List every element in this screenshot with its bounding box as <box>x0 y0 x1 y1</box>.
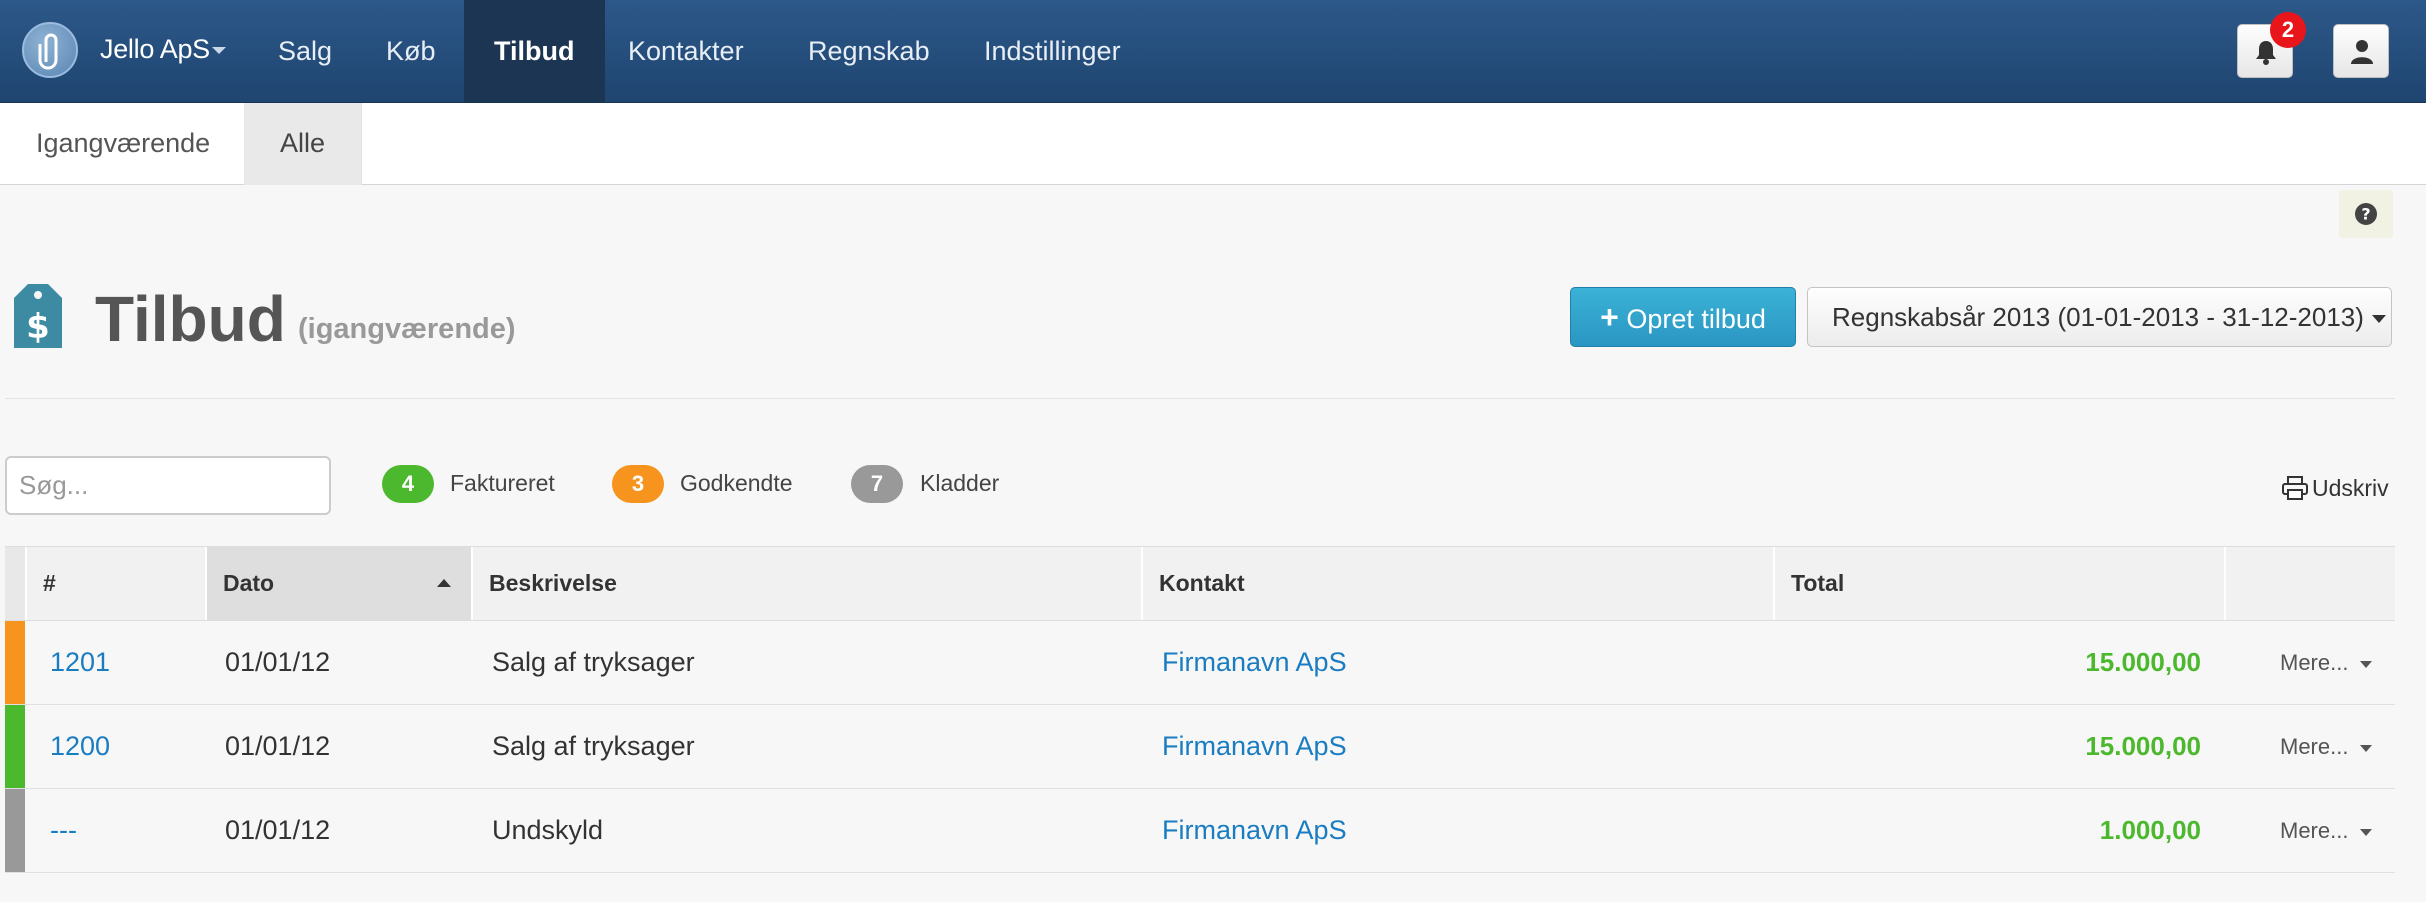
offer-number-link[interactable]: 1200 <box>50 705 110 788</box>
nav-tilbud[interactable]: Tilbud <box>464 0 605 102</box>
more-label: Mere... <box>2280 650 2349 675</box>
paperclip-logo-icon[interactable] <box>22 22 78 78</box>
tab-alle[interactable]: Alle <box>244 103 363 185</box>
contact-link[interactable]: Firmanavn ApS <box>1162 789 1347 872</box>
status-count-kladder[interactable]: 7 <box>851 465 903 503</box>
sort-ascending-icon <box>437 579 451 587</box>
table-row[interactable]: 1201 01/01/12 Salg af tryksager Firmanav… <box>5 621 2395 705</box>
more-dropdown[interactable]: Mere... <box>2280 789 2373 872</box>
table-row[interactable]: --- 01/01/12 Undskyld Firmanavn ApS 1.00… <box>5 789 2395 873</box>
offer-total: 1.000,00 <box>2099 815 2201 845</box>
status-label-kladder[interactable]: Kladder <box>920 470 999 497</box>
bell-icon <box>2256 41 2276 65</box>
create-offer-button[interactable]: + Opret tilbud <box>1570 287 1796 347</box>
print-label: Udskriv <box>2312 475 2389 501</box>
status-count-godkendte[interactable]: 3 <box>612 465 664 503</box>
svg-text:?: ? <box>2361 205 2370 224</box>
column-number[interactable]: # <box>25 547 205 620</box>
top-navbar: Jello ApS Salg Køb Tilbud Kontakter Regn… <box>0 0 2426 103</box>
user-menu-button[interactable] <box>2333 24 2389 78</box>
more-label: Mere... <box>2280 818 2349 843</box>
column-actions <box>2224 547 2395 620</box>
sub-navbar: Igangværende Alle <box>0 103 2426 185</box>
help-button[interactable]: ? <box>2339 190 2393 238</box>
status-count-faktureret[interactable]: 4 <box>382 465 434 503</box>
svg-text:$: $ <box>26 307 50 347</box>
printer-icon <box>2282 476 2308 500</box>
more-dropdown[interactable]: Mere... <box>2280 705 2373 788</box>
caret-down-icon <box>2360 744 2373 752</box>
question-icon: ? <box>2355 203 2377 225</box>
column-description[interactable]: Beskrivelse <box>471 547 1141 620</box>
fiscal-year-label: Regnskabsår 2013 (01-01-2013 - 31-12-201… <box>1832 302 2364 332</box>
column-date-label: Dato <box>223 570 275 596</box>
contact-link[interactable]: Firmanavn ApS <box>1162 621 1347 704</box>
nav-koeb[interactable]: Køb <box>356 0 466 102</box>
plus-icon: + <box>1600 299 1619 335</box>
fiscal-year-dropdown[interactable]: Regnskabsår 2013 (01-01-2013 - 31-12-201… <box>1807 287 2392 347</box>
offer-date: 01/01/12 <box>225 815 331 845</box>
notification-count-badge: 2 <box>2270 12 2306 48</box>
offer-date: 01/01/12 <box>225 731 331 761</box>
company-switcher[interactable]: Jello ApS <box>100 34 210 65</box>
offer-total: 15.000,00 <box>2085 731 2201 761</box>
user-icon <box>2351 40 2373 64</box>
offer-description: Salg af tryksager <box>492 647 695 677</box>
offer-total: 15.000,00 <box>2085 647 2201 677</box>
offer-description: Undskyld <box>492 815 604 845</box>
caret-down-icon <box>2371 315 2386 324</box>
tab-igangvaerende[interactable]: Igangværende <box>0 103 248 185</box>
table-row[interactable]: 1200 01/01/12 Salg af tryksager Firmanav… <box>5 705 2395 789</box>
nav-salg[interactable]: Salg <box>248 0 362 102</box>
more-label: Mere... <box>2280 734 2349 759</box>
status-stripe <box>5 621 25 704</box>
status-label-godkendte[interactable]: Godkendte <box>680 470 793 497</box>
more-dropdown[interactable]: Mere... <box>2280 621 2373 704</box>
offer-number-link[interactable]: 1201 <box>50 621 110 704</box>
nav-indstillinger[interactable]: Indstillinger <box>954 0 1151 102</box>
nav-kontakter[interactable]: Kontakter <box>598 0 774 102</box>
search-input[interactable] <box>5 456 331 515</box>
column-total[interactable]: Total <box>1773 547 2224 620</box>
create-offer-label: Opret tilbud <box>1626 304 1766 334</box>
nav-regnskab[interactable]: Regnskab <box>778 0 960 102</box>
offer-date: 01/01/12 <box>225 647 331 677</box>
offer-description: Salg af tryksager <box>492 731 695 761</box>
divider <box>5 398 2395 399</box>
column-date[interactable]: Dato <box>205 547 471 620</box>
print-button[interactable]: Udskriv <box>2282 475 2389 502</box>
status-stripe <box>5 705 25 788</box>
caret-down-icon <box>2360 828 2373 836</box>
chevron-down-icon <box>212 47 226 54</box>
status-stripe <box>5 789 25 872</box>
page-title: Tilbud <box>95 283 286 355</box>
table-header: # Dato Beskrivelse Kontakt Total <box>5 546 2395 621</box>
price-tag-dollar-icon: $ <box>10 280 66 357</box>
offer-number-link[interactable]: --- <box>50 789 77 872</box>
column-contact[interactable]: Kontakt <box>1141 547 1773 620</box>
contact-link[interactable]: Firmanavn ApS <box>1162 705 1347 788</box>
caret-down-icon <box>2360 660 2373 668</box>
page-subtitle: (igangværende) <box>298 313 516 345</box>
status-label-faktureret[interactable]: Faktureret <box>450 470 555 497</box>
